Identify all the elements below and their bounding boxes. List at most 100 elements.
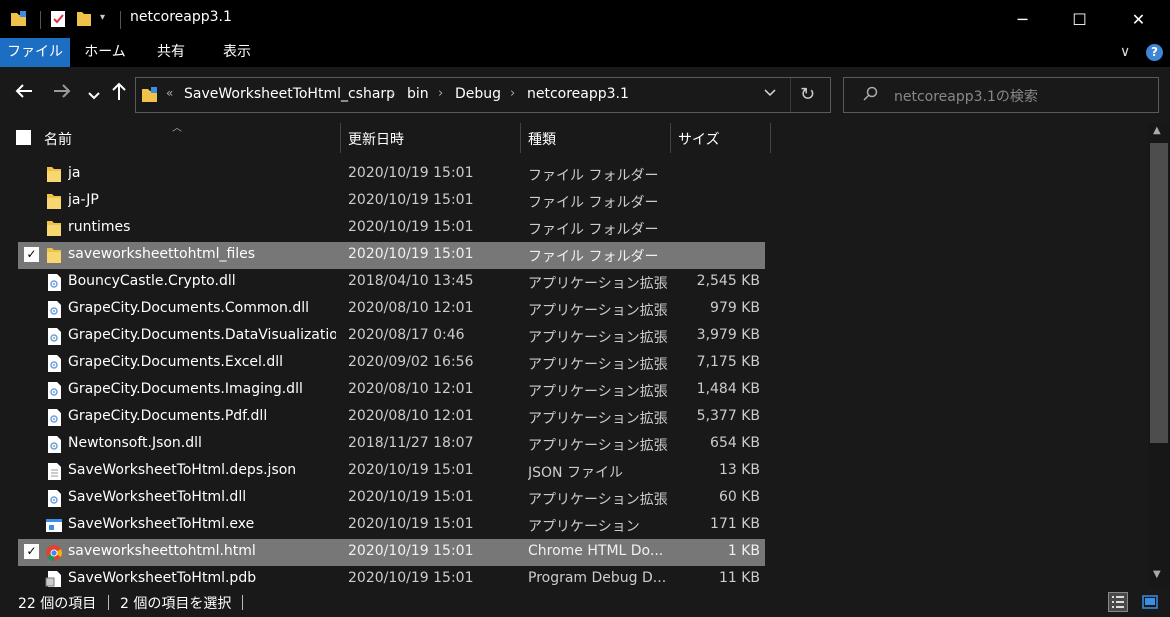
breadcrumb-overflow-icon[interactable]: « <box>166 86 173 100</box>
file-date: 2020/10/19 15:01 <box>348 165 474 181</box>
up-arrow-icon[interactable] <box>110 81 128 106</box>
file-row[interactable]: GrapeCity.Documents.Pdf.dll 2020/08/10 12… <box>18 404 765 431</box>
file-type: アプリケーション拡張 <box>528 492 668 508</box>
recent-locations-chevron-icon[interactable] <box>88 89 100 103</box>
file-name: GrapeCity.Documents.Excel.dll <box>68 354 284 370</box>
tab-view[interactable]: 表示 <box>210 38 264 67</box>
file-name: GrapeCity.Documents.Pdf.dll <box>68 408 268 424</box>
breadcrumb-item[interactable]: Debug <box>455 86 501 102</box>
new-folder-icon[interactable] <box>76 10 92 32</box>
quick-access-dropdown-icon[interactable]: ▾ <box>100 12 105 23</box>
file-row[interactable]: GrapeCity.Documents.Excel.dll 2020/09/02 … <box>18 350 765 377</box>
file-date: 2020/10/19 15:01 <box>348 543 474 559</box>
file-date: 2020/09/02 16:56 <box>348 354 474 370</box>
maximize-button[interactable]: ☐ <box>1053 0 1106 38</box>
column-divider[interactable] <box>520 123 521 153</box>
scroll-down-icon[interactable]: ▼ <box>1153 569 1161 580</box>
column-divider[interactable] <box>770 123 771 153</box>
file-row[interactable]: GrapeCity.Documents.Common.dll 2020/08/10… <box>18 296 765 323</box>
column-header-type[interactable]: 種類 <box>528 129 556 149</box>
breadcrumb-separator-icon[interactable]: › <box>438 86 443 101</box>
column-header-name[interactable]: 名前 <box>44 129 72 149</box>
file-name: Newtonsoft.Json.dll <box>68 435 202 451</box>
file-type: ファイル フォルダー <box>528 168 659 184</box>
file-type: アプリケーション拡張 <box>528 303 668 319</box>
select-all-checkbox[interactable] <box>16 130 31 145</box>
file-row[interactable]: GrapeCity.Documents.Imaging.dll 2020/08/1… <box>18 377 765 404</box>
file-type: アプリケーション拡張 <box>528 330 668 346</box>
dll-icon <box>45 273 63 292</box>
close-button[interactable]: ✕ <box>1112 0 1165 38</box>
file-type: アプリケーション拡張 <box>528 384 668 400</box>
tab-share[interactable]: 共有 <box>146 38 196 67</box>
vertical-scrollbar[interactable]: ▲ ▼ <box>1148 123 1170 587</box>
address-bar[interactable]: « SaveWorksheetToHtml_csharp › bin › Deb… <box>135 77 831 113</box>
file-date: 2020/10/19 15:01 <box>348 192 474 208</box>
file-name: GrapeCity.Documents.Imaging.dll <box>68 381 303 397</box>
file-row[interactable]: ✓ saveworksheettohtml.html 2020/10/19 15:0… <box>18 539 765 566</box>
file-row[interactable]: BouncyCastle.Crypto.dll 2018/04/10 13:45 ア… <box>18 269 765 296</box>
file-row[interactable]: SaveWorksheetToHtml.deps.json 2020/10/19 … <box>18 458 765 485</box>
details-view-icon[interactable] <box>1108 592 1128 612</box>
column-divider[interactable] <box>670 123 671 153</box>
file-type: Chrome HTML Do... <box>528 543 664 559</box>
row-checkbox[interactable]: ✓ <box>24 544 39 559</box>
scrollbar-thumb[interactable] <box>1150 143 1168 443</box>
help-icon[interactable]: ? <box>1146 44 1163 61</box>
row-checkbox[interactable]: ✓ <box>24 247 39 262</box>
file-row[interactable]: SaveWorksheetToHtml.exe 2020/10/19 15:01 ア… <box>18 512 765 539</box>
forward-arrow-icon[interactable] <box>52 81 72 106</box>
file-name: SaveWorksheetToHtml.exe <box>68 516 255 532</box>
minimize-button[interactable]: ─ <box>996 0 1049 38</box>
file-size: 7,175 KB <box>696 354 760 370</box>
file-date: 2020/10/19 15:01 <box>348 246 474 262</box>
file-row[interactable]: GrapeCity.Documents.DataVisualizatio... 2… <box>18 323 765 350</box>
back-arrow-icon[interactable] <box>14 81 34 106</box>
breadcrumb-separator-icon[interactable]: › <box>390 86 395 101</box>
file-row[interactable]: ja 2020/10/19 15:01 ファイル フォルダー <box>18 161 765 188</box>
folder-icon <box>45 219 63 238</box>
file-name: SaveWorksheetToHtml.dll <box>68 489 247 505</box>
tab-home[interactable]: ホーム <box>78 38 132 67</box>
file-row[interactable]: runtimes 2020/10/19 15:01 ファイル フォルダー <box>18 215 765 242</box>
ribbon-expand-icon[interactable]: ∨ <box>1120 44 1130 60</box>
tab-file[interactable]: ファイル <box>0 38 70 67</box>
search-icon <box>862 86 878 106</box>
selected-count: 2 個の項目を選択 <box>120 596 232 612</box>
file-row[interactable]: ja-JP 2020/10/19 15:01 ファイル フォルダー <box>18 188 765 215</box>
file-size: 60 KB <box>718 489 760 505</box>
column-header-row: 名前 ︿ 更新日時 種類 サイズ <box>0 123 1148 153</box>
scroll-up-icon[interactable]: ▲ <box>1153 125 1161 136</box>
file-date: 2020/08/10 12:01 <box>348 381 474 397</box>
properties-icon[interactable] <box>50 10 66 32</box>
file-row[interactable]: SaveWorksheetToHtml.pdb 2020/10/19 15:01 P… <box>18 566 765 587</box>
file-date: 2020/08/10 12:01 <box>348 300 474 316</box>
address-dropdown-icon[interactable] <box>764 86 776 101</box>
breadcrumb-separator-icon[interactable]: › <box>510 86 515 101</box>
file-size: 1,484 KB <box>696 381 760 397</box>
file-row[interactable]: SaveWorksheetToHtml.dll 2020/10/19 15:01 ア… <box>18 485 765 512</box>
folder-icon[interactable] <box>10 10 28 32</box>
file-date: 2020/10/19 15:01 <box>348 462 474 478</box>
breadcrumb-item[interactable]: bin <box>407 86 429 102</box>
large-icons-view-icon[interactable] <box>1140 592 1160 612</box>
file-type: アプリケーション拡張 <box>528 276 668 292</box>
dll-icon <box>45 354 63 373</box>
file-size: 3,979 KB <box>696 327 760 343</box>
file-size: 979 KB <box>710 300 760 316</box>
search-box[interactable]: netcoreapp3.1の検索 <box>843 77 1159 113</box>
file-row[interactable]: ✓ saveworksheettohtml_files 2020/10/19 15:… <box>18 242 765 269</box>
column-header-date[interactable]: 更新日時 <box>348 129 404 149</box>
file-row[interactable]: Newtonsoft.Json.dll 2018/11/27 18:07 アプリケー… <box>18 431 765 458</box>
file-size: 13 KB <box>718 462 760 478</box>
file-name: saveworksheettohtml_files <box>68 246 256 262</box>
breadcrumb-item[interactable]: netcoreapp3.1 <box>527 86 629 102</box>
refresh-icon[interactable]: ↻ <box>800 84 815 105</box>
window-title: netcoreapp3.1 <box>130 9 232 25</box>
title-bar: ▾ netcoreapp3.1 ─ ☐ ✕ <box>0 0 1170 38</box>
column-header-size[interactable]: サイズ <box>678 129 720 149</box>
breadcrumb-item[interactable]: SaveWorksheetToHtml_csharp <box>184 86 395 102</box>
search-input[interactable]: netcoreapp3.1の検索 <box>894 86 1038 106</box>
column-divider[interactable] <box>340 123 341 153</box>
sort-ascending-icon: ︿ <box>172 123 182 134</box>
